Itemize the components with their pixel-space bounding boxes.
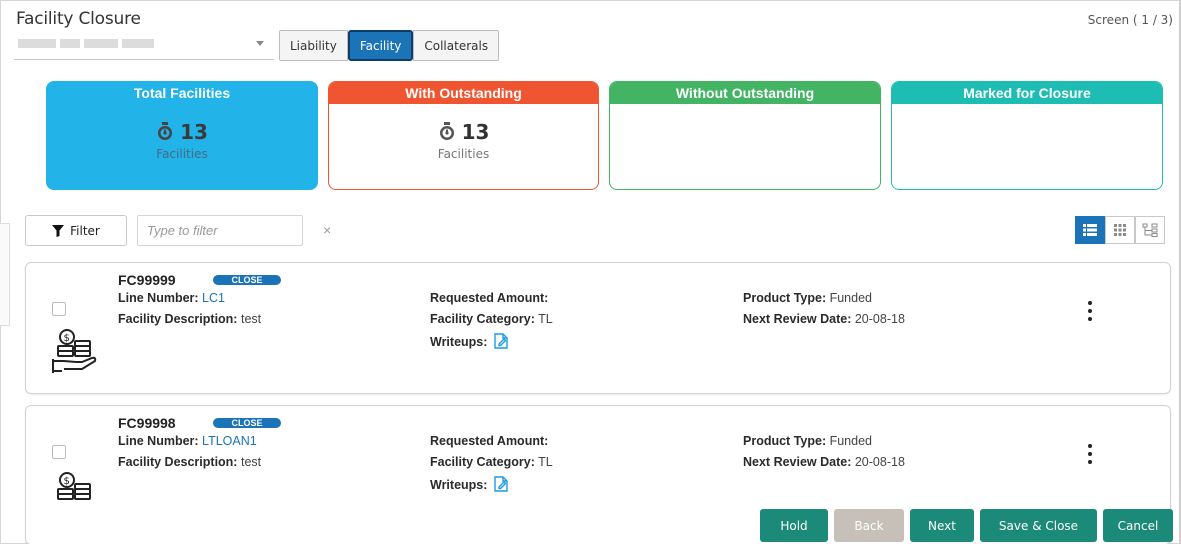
status-badge: CLOSE	[213, 418, 281, 428]
list-view-icon[interactable]	[1075, 216, 1105, 244]
line-number: Line Number: LC1	[118, 291, 225, 305]
card-unit: Facilities	[437, 147, 490, 161]
writeups: Writeups:	[430, 333, 508, 349]
back-button[interactable]: Back	[834, 509, 904, 542]
filter-icon	[52, 224, 65, 237]
side-panel-handle[interactable]	[0, 223, 10, 326]
facility-category: Facility Category: TL	[430, 455, 553, 469]
edit-document-icon[interactable]	[494, 476, 508, 492]
card-title: Total Facilities	[133, 85, 231, 101]
card-count: 13	[329, 120, 598, 144]
card-without-outstanding[interactable]: Without Outstanding	[609, 81, 881, 190]
next-button[interactable]: Next	[910, 509, 974, 542]
facility-money-icon: $	[57, 472, 91, 500]
clear-filter-icon[interactable]: ×	[323, 222, 331, 238]
tree-view-icon[interactable]	[1135, 216, 1165, 244]
card-count-value: 13	[461, 120, 490, 144]
facility-card[interactable]: $ FC99999 CLOSE Line Number: LC1 Facilit…	[25, 262, 1171, 394]
card-count: 13	[47, 120, 317, 144]
facility-category: Facility Category: TL	[430, 312, 553, 326]
card-title: Marked for Closure	[892, 82, 1162, 104]
masked-value	[18, 39, 154, 48]
svg-text:$: $	[64, 476, 70, 487]
facility-id: FC99998	[118, 415, 176, 431]
product-type: Product Type: Funded	[743, 434, 872, 448]
select-checkbox[interactable]	[52, 302, 66, 316]
line-number-link[interactable]: LC1	[202, 291, 225, 305]
save-and-close-button[interactable]: Save & Close	[980, 509, 1097, 542]
tab-bar: Liability Facility Collaterals	[279, 30, 500, 61]
requested-amount: Requested Amount:	[430, 291, 549, 305]
card-marked-for-closure[interactable]: Marked for Closure	[891, 81, 1163, 190]
view-toggle	[1075, 216, 1165, 244]
line-number-link[interactable]: LTLOAN1	[202, 434, 257, 448]
line-number: Line Number: LTLOAN1	[118, 434, 257, 448]
filter-button[interactable]: Filter	[25, 215, 127, 246]
next-review-date: Next Review Date: 20-08-18	[743, 455, 905, 469]
select-checkbox[interactable]	[52, 445, 66, 459]
next-review-date: Next Review Date: 20-08-18	[743, 312, 905, 326]
card-unit: Facilities	[156, 147, 208, 161]
product-type: Product Type: Funded	[743, 291, 872, 305]
status-badge: CLOSE	[213, 275, 281, 285]
cancel-button[interactable]: Cancel	[1103, 509, 1173, 542]
application-select[interactable]	[14, 30, 274, 60]
edit-document-icon[interactable]	[494, 333, 508, 349]
grid-view-icon[interactable]	[1105, 216, 1135, 244]
hold-button[interactable]: Hold	[760, 509, 828, 542]
tab-facility[interactable]: Facility	[347, 30, 414, 61]
caret-down-icon	[256, 41, 264, 46]
tab-liability[interactable]: Liability	[279, 30, 348, 61]
stopwatch-icon	[158, 122, 173, 140]
facility-id: FC99999	[118, 272, 176, 288]
more-options-icon[interactable]	[1083, 301, 1097, 321]
card-with-outstanding[interactable]: With Outstanding 13 Facilities	[328, 81, 599, 190]
svg-text:$: $	[64, 333, 70, 344]
writeups: Writeups:	[430, 476, 508, 492]
card-total-facilities[interactable]: Total Facilities 13 Facilities	[46, 81, 318, 190]
facility-description: Facility Description: test	[118, 455, 262, 469]
stopwatch-icon	[439, 122, 454, 140]
filter-input[interactable]	[137, 215, 303, 246]
screen-indicator: Screen ( 1 / 3)	[1087, 13, 1173, 27]
facility-money-icon: $	[52, 329, 97, 373]
tab-collaterals[interactable]: Collaterals	[413, 30, 500, 61]
card-count-value: 13	[180, 120, 208, 144]
card-title: Without Outstanding	[610, 82, 880, 104]
filter-button-label: Filter	[70, 223, 100, 238]
card-title: With Outstanding	[329, 82, 598, 104]
facility-description: Facility Description: test	[118, 312, 262, 326]
requested-amount: Requested Amount:	[430, 434, 549, 448]
page-title: Facility Closure	[16, 9, 141, 29]
more-options-icon[interactable]	[1083, 444, 1097, 464]
